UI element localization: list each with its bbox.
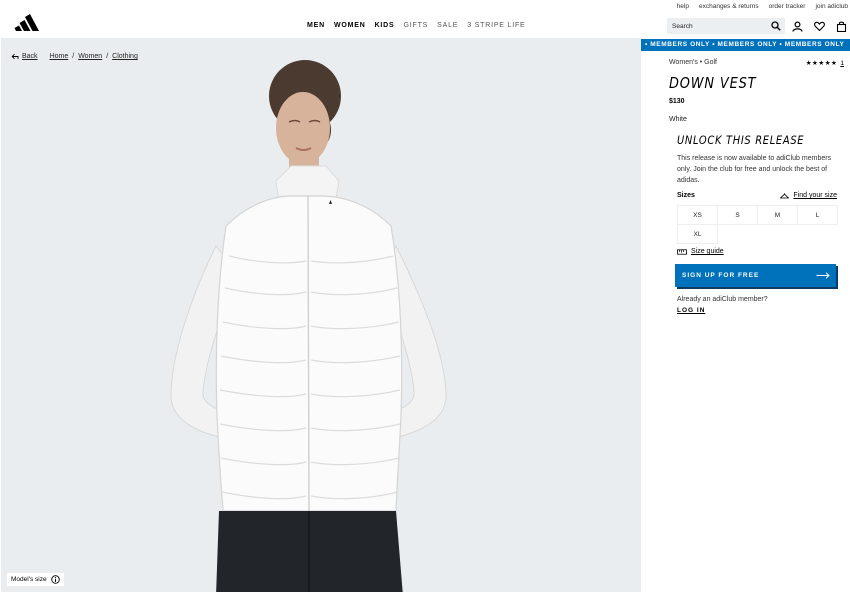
breadcrumb: Back Home / Women / Clothing — [11, 53, 138, 60]
utility-links: help exchanges & returns order tracker j… — [677, 3, 848, 10]
models-size-label: Model's size — [11, 576, 47, 583]
site-header: help exchanges & returns order tracker j… — [0, 0, 850, 38]
join-adiclub-link[interactable]: join adiclub — [815, 3, 848, 10]
back-arrow-icon — [11, 53, 19, 60]
sign-up-button[interactable]: SIGN UP FOR FREE — [675, 264, 836, 287]
order-tracker-link[interactable]: order tracker — [769, 3, 806, 10]
members-only-banner: • MEMBERS ONLY • MEMBERS ONLY • MEMBERS … — [641, 39, 850, 51]
rating[interactable]: ★★★★★ 1 — [805, 59, 844, 68]
arrow-right-icon — [816, 272, 830, 279]
size-guide-label: Size guide — [691, 248, 724, 255]
wishlist-heart-icon[interactable] — [814, 21, 825, 32]
main-nav: MEN WOMEN KIDS GIFTS SALE 3 STRIPE LIFE — [307, 22, 526, 29]
size-option-xs[interactable]: XS — [678, 206, 718, 225]
product-color: White — [669, 116, 687, 123]
breadcrumb-separator: / — [106, 53, 109, 60]
unlock-release-heading: UNLOCK THIS RELEASE — [677, 133, 805, 147]
product-price: $130 — [669, 98, 685, 105]
size-selector: XS S M L XL — [677, 205, 838, 244]
size-option-xl[interactable]: XL — [678, 225, 718, 244]
help-link[interactable]: help — [677, 3, 689, 10]
rating-count[interactable]: 1 — [840, 60, 844, 67]
breadcrumb-home[interactable]: Home — [50, 53, 69, 60]
nav-3-stripe-life[interactable]: 3 STRIPE LIFE — [467, 22, 525, 29]
find-your-size-link[interactable]: Find your size — [780, 192, 837, 199]
unlock-release-description: This release is now available to adiClub… — [677, 155, 832, 184]
product-photo-model — [170, 60, 447, 592]
find-your-size-label: Find your size — [793, 192, 837, 199]
size-guide-link[interactable]: Size guide — [677, 248, 724, 255]
size-option-s[interactable]: S — [718, 206, 758, 225]
sizes-label: Sizes — [677, 192, 695, 199]
breadcrumb-women[interactable]: Women — [78, 53, 102, 60]
search-input[interactable] — [672, 20, 768, 32]
back-link[interactable]: Back — [11, 53, 38, 60]
bag-icon[interactable] — [836, 21, 847, 32]
product-image-area: Back Home / Women / Clothing Model's siz… — [1, 38, 641, 592]
log-in-link[interactable]: LOG IN — [677, 307, 705, 314]
back-label: Back — [22, 53, 38, 60]
search-icon[interactable] — [771, 21, 781, 31]
exchanges-returns-link[interactable]: exchanges & returns — [699, 3, 759, 10]
nav-gifts[interactable]: GIFTS — [404, 22, 429, 29]
size-option-l[interactable]: L — [798, 206, 838, 225]
breadcrumb-clothing[interactable]: Clothing — [112, 53, 138, 60]
sign-up-button-label: SIGN UP FOR FREE — [682, 272, 760, 279]
product-title: DOWN VEST — [669, 74, 757, 92]
nav-men[interactable]: MEN — [307, 22, 325, 29]
product-info-panel: • MEMBERS ONLY • MEMBERS ONLY • MEMBERS … — [641, 38, 850, 592]
account-icon[interactable] — [792, 21, 803, 32]
models-size-button[interactable]: Model's size — [7, 573, 64, 586]
rating-stars: ★★★★★ — [805, 60, 838, 67]
ruler-icon — [677, 248, 687, 255]
hanger-icon — [780, 192, 790, 198]
nav-kids[interactable]: KIDS — [375, 22, 395, 29]
already-member-text: Already an adiClub member? — [677, 296, 768, 303]
product-category: Women's • Golf — [669, 59, 718, 66]
info-icon — [50, 575, 60, 584]
search-box — [667, 18, 785, 34]
adidas-logo[interactable] — [14, 11, 46, 31]
size-option-m[interactable]: M — [758, 206, 798, 225]
breadcrumb-separator: / — [72, 53, 75, 60]
nav-women[interactable]: WOMEN — [334, 22, 366, 29]
nav-sale[interactable]: SALE — [437, 22, 458, 29]
